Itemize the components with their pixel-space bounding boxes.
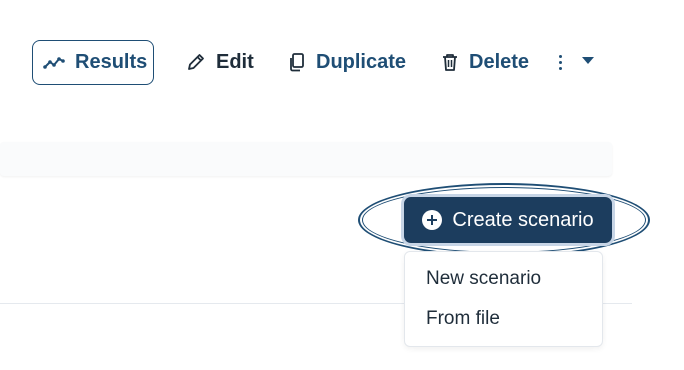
duplicate-label: Duplicate [316,50,407,73]
create-scenario-menu: New scenario From file [404,251,603,347]
kebab-icon-dot [558,60,562,64]
pencil-icon [186,52,206,72]
menu-item-from-file[interactable]: From file [426,308,500,330]
plus-circle-icon [422,210,443,230]
kebab-icon-dot [558,54,562,58]
duplicate-button[interactable]: Duplicate [288,44,406,80]
more-options-button[interactable] [552,46,568,78]
menu-item-new-scenario[interactable]: New scenario [426,268,541,290]
kebab-icon-dot [558,66,562,70]
edit-button[interactable]: Edit [186,44,254,80]
caret-down-icon[interactable] [582,57,594,64]
delete-label: Delete [469,50,530,73]
create-scenario-button[interactable]: Create scenario [404,197,612,243]
edit-label: Edit [216,50,254,73]
chart-line-icon [43,56,65,70]
results-button[interactable]: Results [32,40,154,85]
create-scenario-label: Create scenario [452,208,594,231]
copy-icon [288,52,306,72]
delete-button[interactable]: Delete [441,44,529,80]
results-label: Results [75,51,148,73]
panel-header-bar [0,142,612,176]
trash-icon [441,52,459,72]
